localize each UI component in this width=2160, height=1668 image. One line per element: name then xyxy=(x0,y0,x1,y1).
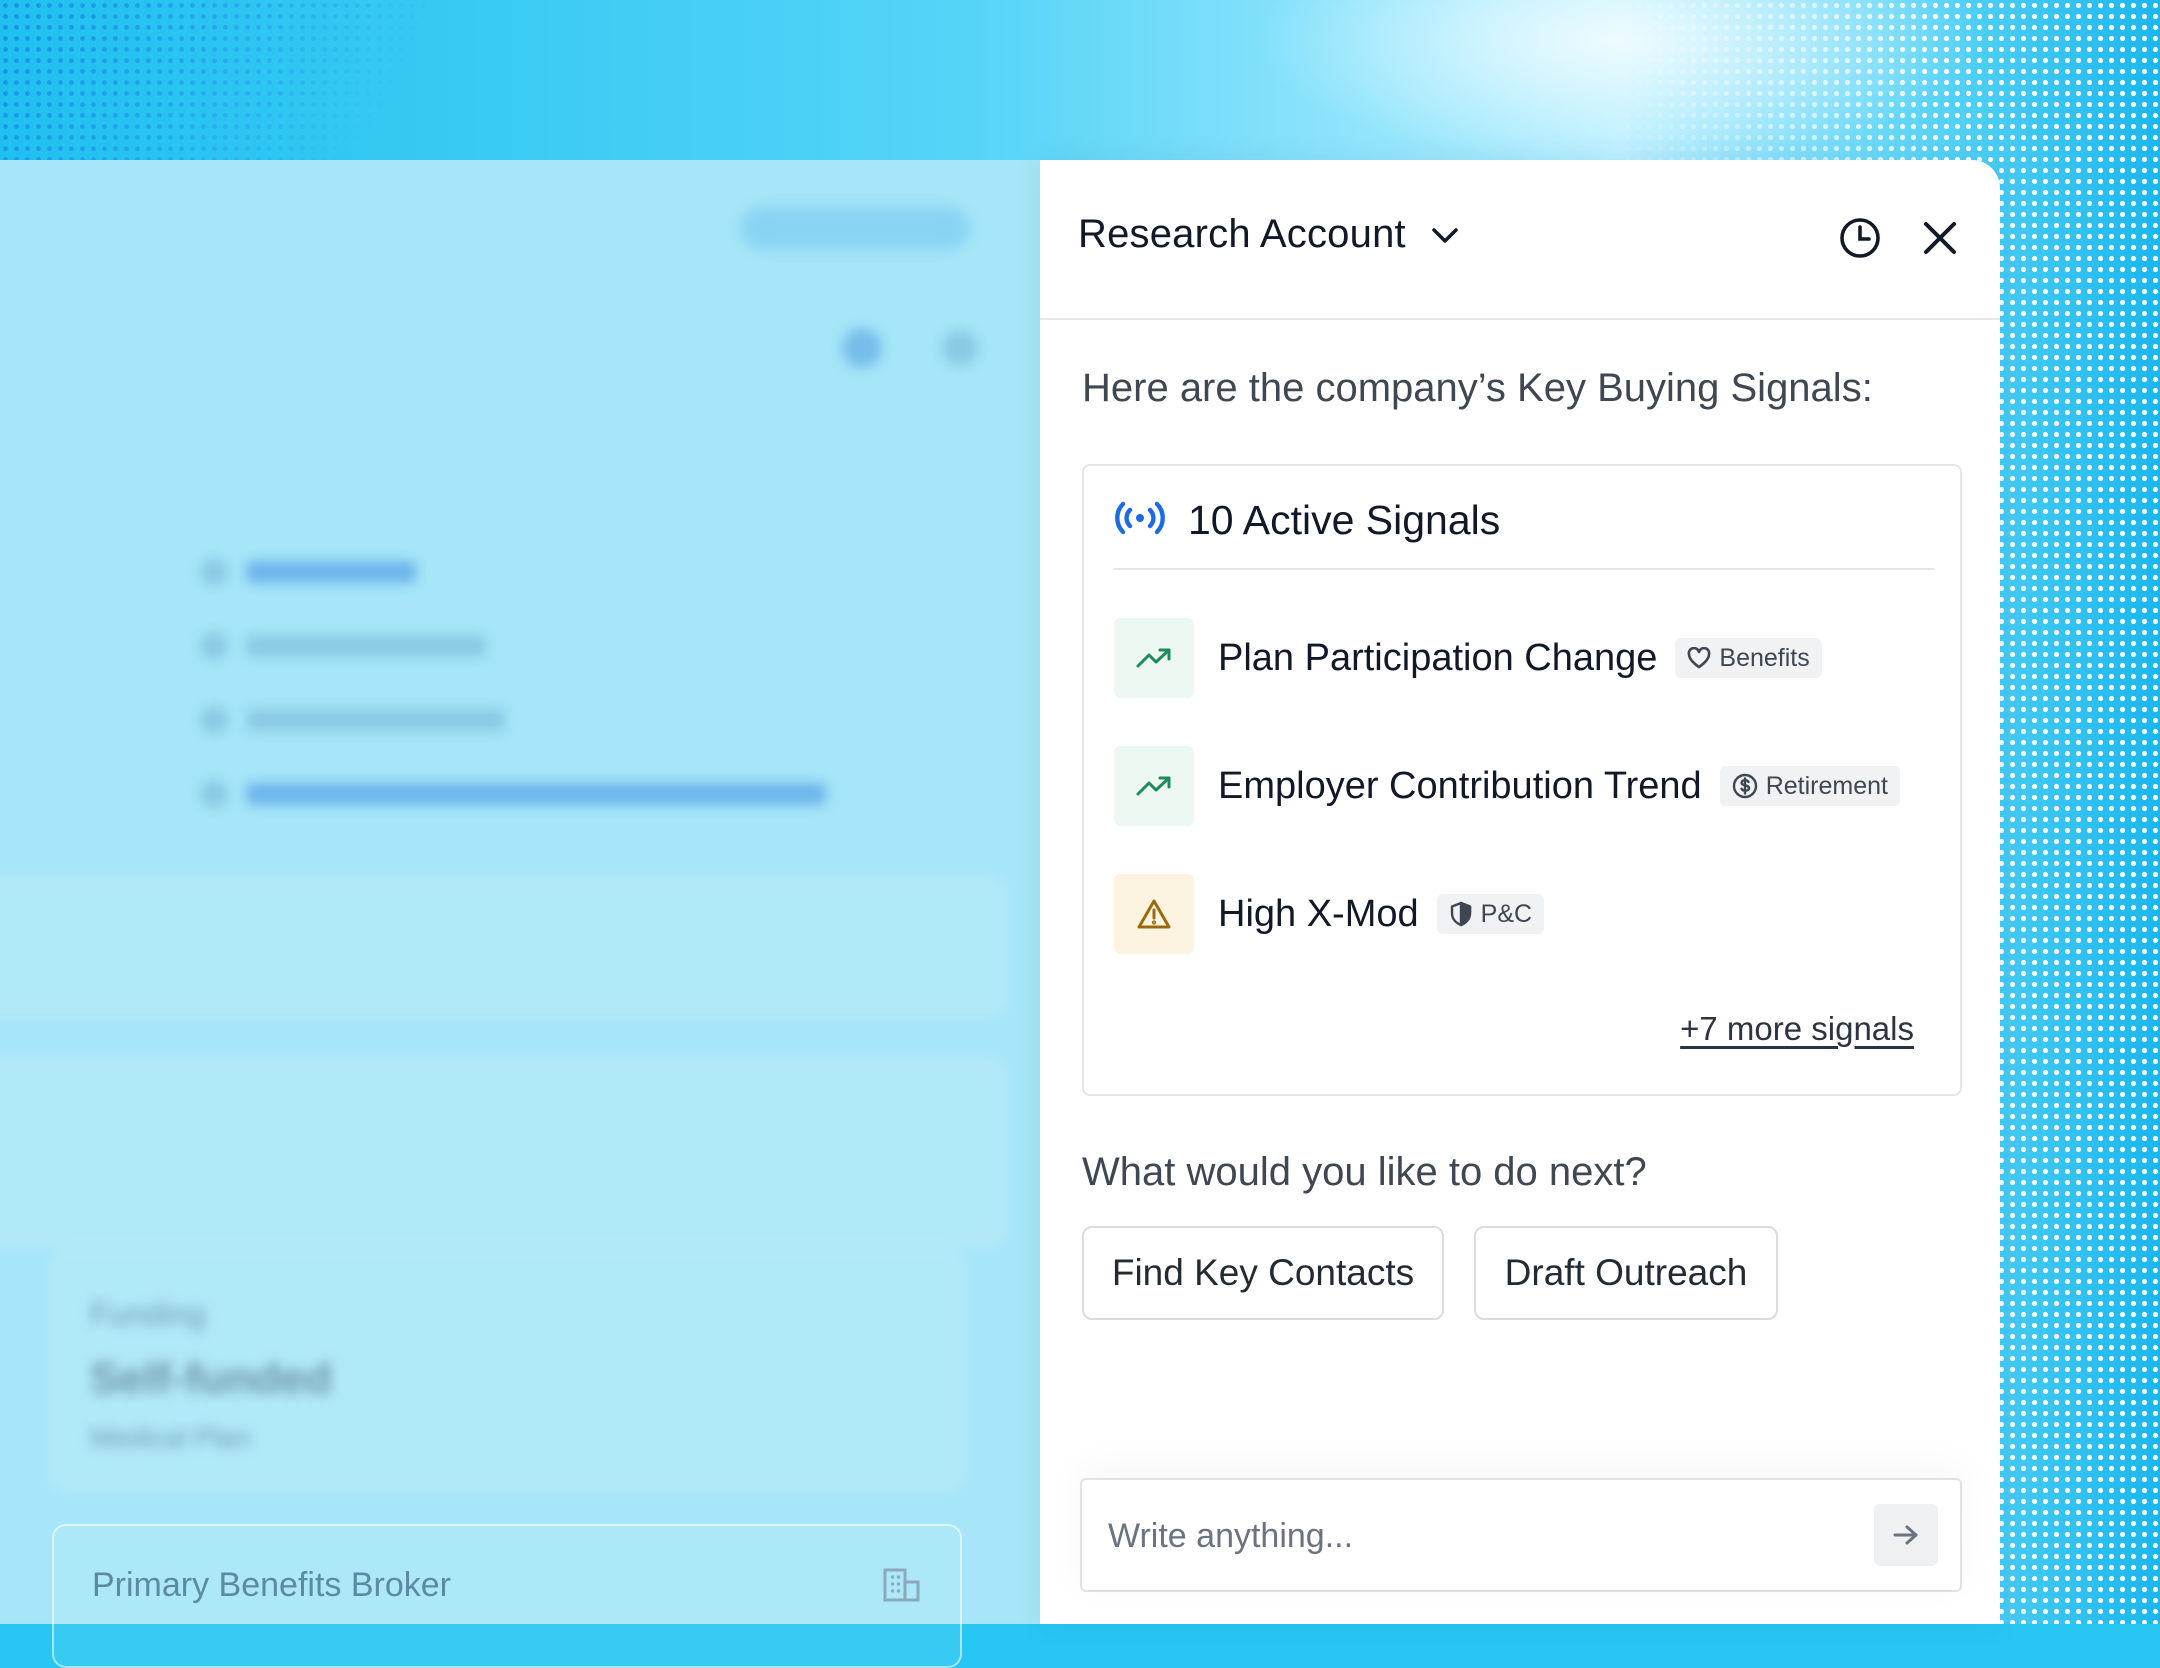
signal-item[interactable]: Employer Contribution Trend Retirement xyxy=(1114,746,1900,826)
shield-icon xyxy=(1450,901,1471,927)
history-button[interactable] xyxy=(1836,214,1884,262)
panel-header: Research Account xyxy=(1040,160,2000,320)
funding-card: Funding Self-funded Medical Plan xyxy=(52,1252,962,1488)
message-input[interactable] xyxy=(1106,1504,1850,1568)
signal-tag: P&C xyxy=(1436,894,1545,934)
signal-item[interactable]: Plan Participation Change Benefits xyxy=(1114,618,1822,698)
research-panel: Research Account Here are the company’s … xyxy=(1040,160,2000,1624)
signal-icon-box xyxy=(1114,874,1194,954)
blurred-list-item xyxy=(200,780,826,808)
message-composer xyxy=(1080,1478,1962,1592)
signal-item[interactable]: High X-Mod P&C xyxy=(1114,874,1545,954)
find-key-contacts-button[interactable]: Find Key Contacts xyxy=(1082,1226,1444,1320)
blurred-card xyxy=(0,1060,1004,1244)
blurred-button xyxy=(740,206,970,250)
draft-outreach-button[interactable]: Draft Outreach xyxy=(1474,1226,1778,1320)
dot-pattern-top-left xyxy=(0,0,500,170)
signals-header: 10 Active Signals xyxy=(1114,496,1934,570)
signals-count: 10 Active Signals xyxy=(1188,497,1501,543)
signal-tag: Benefits xyxy=(1675,638,1822,678)
blurred-card xyxy=(0,880,1004,1014)
signals-card: 10 Active Signals Plan Participation Cha… xyxy=(1082,464,1962,1096)
signal-label: Employer Contribution Trend xyxy=(1218,764,1702,807)
title-dropdown[interactable]: Research Account xyxy=(1078,212,1460,257)
trending-up-icon xyxy=(1136,648,1171,668)
signal-icon-box xyxy=(1114,618,1194,698)
close-button[interactable] xyxy=(1916,214,1964,262)
next-question: What would you like to do next? xyxy=(1082,1150,1647,1194)
trending-up-icon xyxy=(1136,776,1171,796)
signal-tag-label: P&C xyxy=(1480,899,1533,928)
broker-label: Primary Benefits Broker xyxy=(92,1566,451,1604)
signal-label: Plan Participation Change xyxy=(1218,636,1658,679)
warning-icon xyxy=(1137,899,1171,929)
blurred-icon xyxy=(942,330,978,366)
send-button[interactable] xyxy=(1874,1504,1938,1566)
dollar-circle-icon xyxy=(1732,773,1757,799)
signal-icon-box xyxy=(1114,746,1194,826)
chevron-down-icon xyxy=(1432,227,1458,243)
blurred-list-item xyxy=(200,558,416,586)
funding-sub: Medical Plan xyxy=(90,1422,251,1453)
blurred-list-item xyxy=(200,632,486,660)
close-icon xyxy=(1924,222,1956,254)
funding-value: Self-funded xyxy=(90,1354,332,1403)
broker-card: Primary Benefits Broker xyxy=(52,1524,962,1668)
signal-tag-label: Retirement xyxy=(1765,771,1888,800)
clock-icon xyxy=(1840,218,1880,258)
broadcast-signal-icon xyxy=(1115,501,1165,535)
background-app-blurred-content: Funding Self-funded Medical Plan xyxy=(0,160,1060,1624)
arrow-right-icon xyxy=(1893,1525,1918,1545)
panel-title: Research Account xyxy=(1078,212,1406,256)
signal-tag: Retirement xyxy=(1719,766,1900,806)
blurred-list-item xyxy=(200,706,506,734)
intro-text: Here are the company’s Key Buying Signal… xyxy=(1082,366,1873,410)
signal-label: High X-Mod xyxy=(1218,892,1419,935)
blurred-icon xyxy=(842,328,882,368)
signal-tag-label: Benefits xyxy=(1719,643,1810,672)
building-icon xyxy=(883,1568,920,1602)
background-app: Funding Self-funded Medical Plan Primary… xyxy=(0,160,1060,1668)
funding-label: Funding xyxy=(90,1296,206,1332)
heart-icon xyxy=(1687,647,1711,669)
more-signals-link[interactable]: +7 more signals xyxy=(1680,1010,1914,1048)
